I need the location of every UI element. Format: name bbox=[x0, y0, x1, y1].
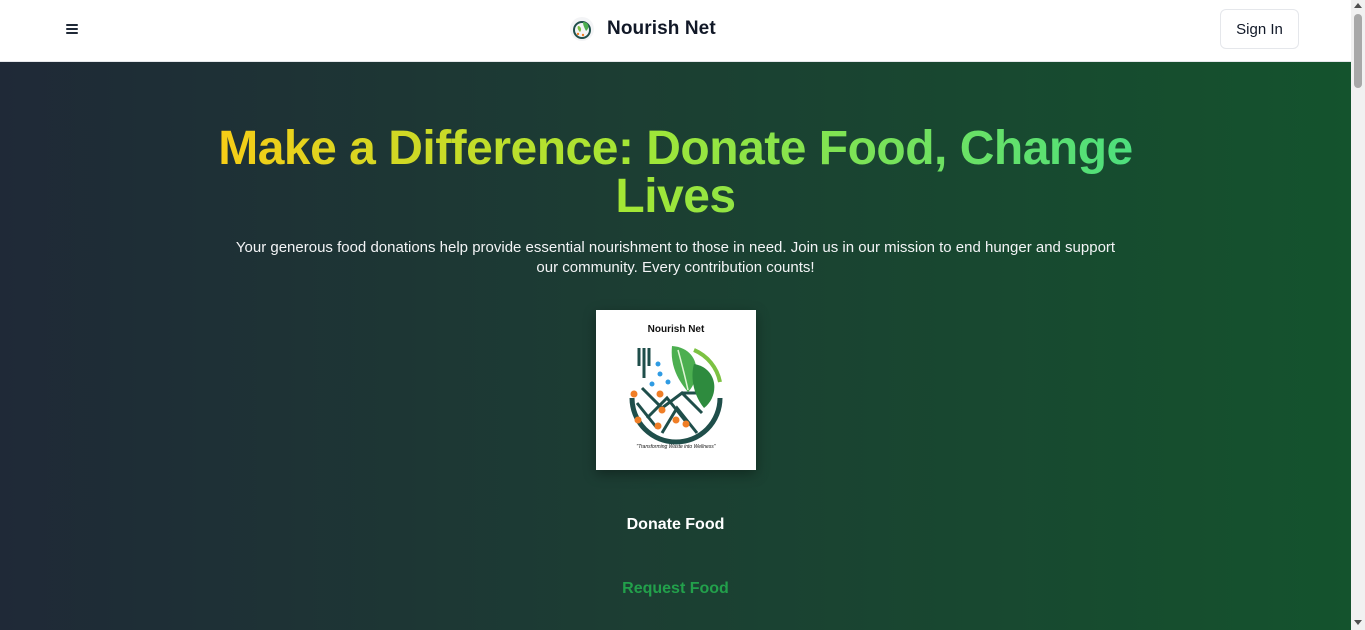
brand-logo bbox=[569, 16, 595, 42]
logo-tagline: "Transforming Waste into Wellness" bbox=[636, 444, 716, 450]
hamburger-menu-icon[interactable] bbox=[58, 15, 86, 43]
nourish-net-logo-image: Nourish Net "Transforming Waste into Wel… bbox=[596, 310, 756, 470]
hero-section: Make a Difference: Donate Food, Change L… bbox=[0, 62, 1351, 630]
brand[interactable]: Nourish Net bbox=[569, 14, 716, 44]
hero-subtext: Your generous food donations help provid… bbox=[235, 239, 1116, 276]
brand-name: Nourish Net bbox=[607, 18, 716, 39]
sign-in-button[interactable]: Sign In bbox=[1220, 9, 1299, 49]
donate-food-link[interactable]: Donate Food bbox=[575, 516, 776, 534]
hero-headline: Make a Difference: Donate Food, Change L… bbox=[200, 125, 1151, 221]
request-food-link[interactable]: Request Food bbox=[575, 580, 776, 598]
logo-title: Nourish Net bbox=[647, 324, 705, 335]
top-navbar: Nourish Net Sign In bbox=[0, 0, 1351, 62]
scroll-down-arrow-icon[interactable] bbox=[1354, 620, 1362, 625]
page-scrollbar[interactable] bbox=[1351, 0, 1365, 630]
scroll-up-arrow-icon[interactable] bbox=[1354, 3, 1362, 8]
scrollbar-thumb[interactable] bbox=[1354, 14, 1362, 88]
logo-emblem-icon bbox=[629, 346, 723, 445]
